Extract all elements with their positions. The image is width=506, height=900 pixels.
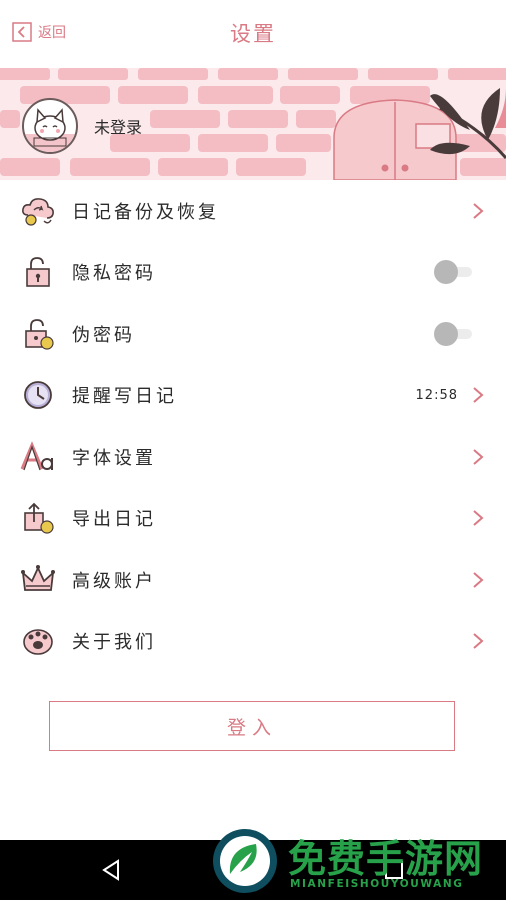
chevron-right-icon xyxy=(473,633,484,650)
watermark-logo-icon xyxy=(213,829,277,893)
watermark-subtitle: MIANFEISHOUYOUWANG xyxy=(290,878,464,890)
chevron-right-icon xyxy=(473,387,484,404)
toggle-knob xyxy=(434,321,458,346)
setting-font[interactable]: 字体设置 xyxy=(0,426,506,488)
settings-list: 日记备份及恢复 隐私密码 伪密码 提醒写日记 12:58 字体设置 导出日记 高… xyxy=(0,180,506,672)
avatar[interactable] xyxy=(22,98,78,154)
toggle-knob xyxy=(434,260,458,285)
chevron-right-icon xyxy=(473,571,484,588)
privacy-password-toggle[interactable] xyxy=(434,260,474,285)
setting-label: 关于我们 xyxy=(72,632,156,654)
setting-privacy-password[interactable]: 隐私密码 xyxy=(0,242,506,304)
chevron-right-icon xyxy=(473,202,484,219)
setting-label: 隐私密码 xyxy=(72,263,156,285)
setting-diary-reminder[interactable]: 提醒写日记 12:58 xyxy=(0,365,506,427)
lock-icon xyxy=(26,257,50,288)
watermark: 免费手游网 MIANFEISHOUYOUWANG xyxy=(208,826,506,900)
fake-password-toggle[interactable] xyxy=(434,321,474,346)
setting-fake-password[interactable]: 伪密码 xyxy=(0,303,506,365)
setting-backup-restore[interactable]: 日记备份及恢复 xyxy=(0,180,506,242)
watermark-title: 免费手游网 xyxy=(288,837,484,881)
cat-avatar-icon xyxy=(24,108,76,152)
fake-lock-icon xyxy=(25,318,54,350)
chevron-right-icon xyxy=(473,448,484,465)
font-icon xyxy=(20,440,53,470)
setting-label: 高级账户 xyxy=(72,570,156,592)
page-title: 设置 xyxy=(230,22,276,46)
setting-label: 字体设置 xyxy=(72,447,156,469)
cloud-sync-icon xyxy=(22,197,54,226)
setting-label: 日记备份及恢复 xyxy=(72,201,219,223)
login-button[interactable]: 登入 xyxy=(49,701,455,751)
setting-label: 导出日记 xyxy=(72,509,156,531)
setting-premium-account[interactable]: 高级账户 xyxy=(0,549,506,611)
paw-icon xyxy=(23,629,53,656)
setting-label: 提醒写日记 xyxy=(72,386,177,408)
top-bar: 返回 设置 xyxy=(0,0,506,68)
profile-banner: 未登录 xyxy=(0,68,506,180)
export-icon xyxy=(24,502,54,534)
crown-icon xyxy=(21,564,55,591)
setting-about-us[interactable]: 关于我们 xyxy=(0,611,506,673)
login-status-text[interactable]: 未登录 xyxy=(94,114,142,138)
clock-icon xyxy=(24,381,52,410)
reminder-time: 12:58 xyxy=(415,387,458,403)
chevron-right-icon xyxy=(473,510,484,527)
nav-back-icon[interactable] xyxy=(98,856,126,884)
setting-label: 伪密码 xyxy=(72,324,135,346)
setting-export[interactable]: 导出日记 xyxy=(0,488,506,550)
